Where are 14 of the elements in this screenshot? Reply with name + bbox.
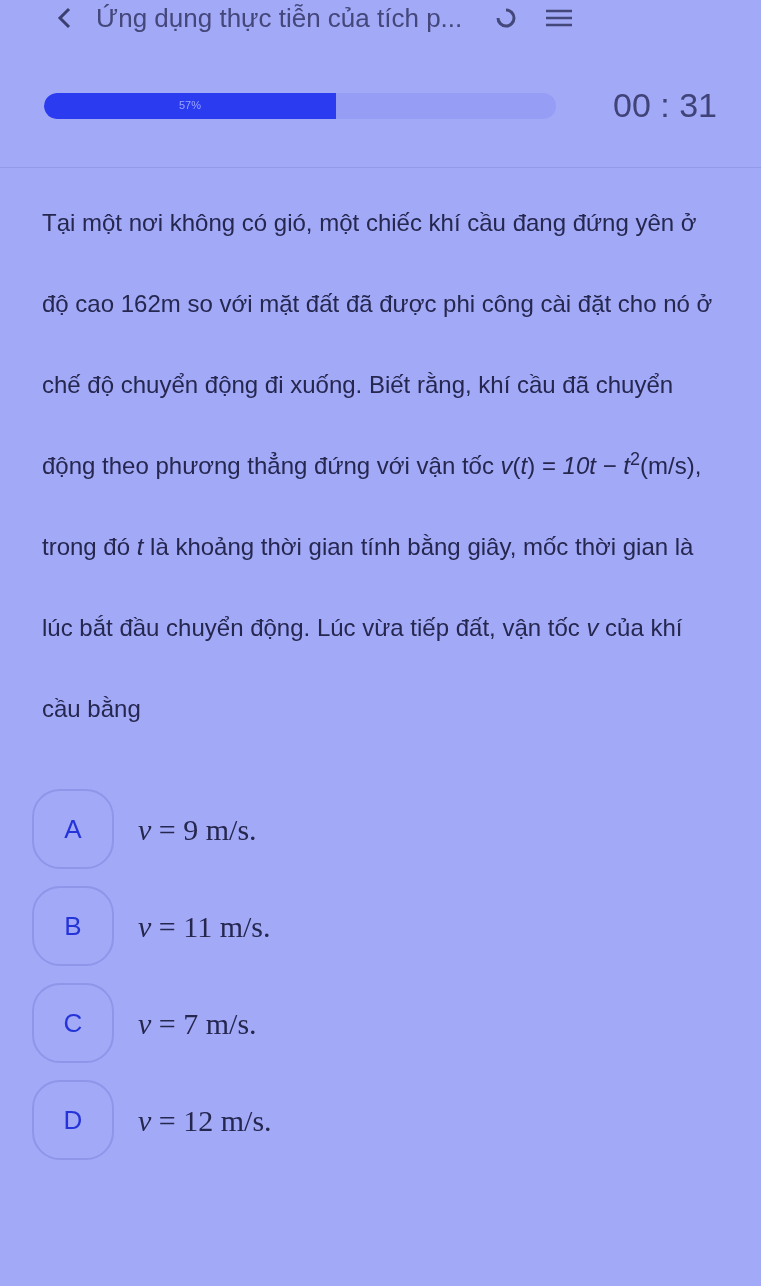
option-text: v = 12 m/s. [138, 1102, 272, 1139]
option-button[interactable]: C [32, 983, 114, 1063]
option-text: v = 9 m/s. [138, 811, 257, 848]
page-title: Ứng dụng thực tiễn của tích p... [96, 1, 463, 35]
progress-percent: 57% [178, 98, 201, 114]
question-text: Tại một nơi không có gió, một chiếc khí cầu đang đứng yên ở độ cao 162m so với mặt đất đã được phi công cài đặt cho nó ở chế độ chuyển động đi xuống. Biết rằng, khí cầu đã chuyển động theo phương thẳng đứng với vận tốc v(t) = 10t − t$^{2}$(m/s), trong đó t là khoảng thời gian tính bằng giây, mốc thời gian là lúc bắt đầu chuyển động. Lúc vừa tiếp đất, vận tốc v của khí cầu bằng [41, 208, 714, 724]
option-button[interactable]: B [32, 886, 114, 966]
menu-icon[interactable] [544, 8, 575, 28]
back-chevron-icon[interactable] [56, 6, 72, 30]
option-button[interactable]: D [32, 1080, 114, 1160]
option-text: v = 7 m/s. [138, 1005, 257, 1042]
timer: 00 : 31 [613, 85, 717, 126]
option-button[interactable]: A [32, 789, 114, 869]
option-text: v = 11 m/s. [138, 908, 271, 945]
